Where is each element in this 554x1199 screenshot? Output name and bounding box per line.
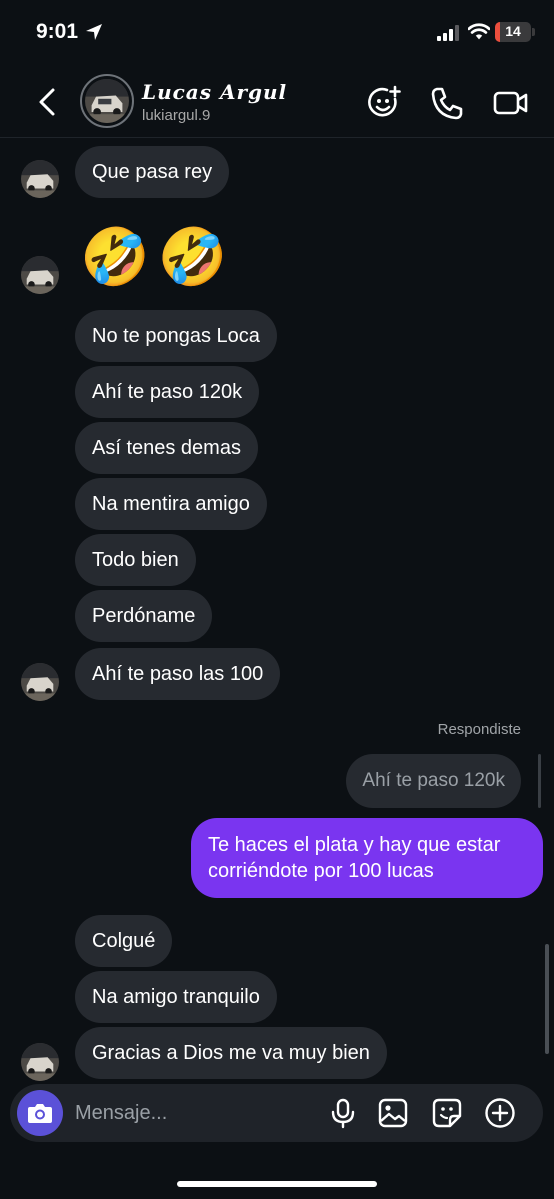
rofl-emoji: 🤣	[157, 225, 228, 288]
sticker-icon[interactable]	[431, 1097, 463, 1129]
chat-header: Lucas Argul lukiargul.9	[0, 66, 554, 138]
message-input[interactable]	[75, 1084, 315, 1142]
location-arrow-icon	[86, 24, 102, 40]
message-incoming[interactable]: Que pasa rey	[75, 146, 230, 198]
message-incoming[interactable]: Na amigo tranquilo	[75, 971, 277, 1023]
message-outgoing[interactable]: Te haces el plata y hay que estar corrié…	[191, 818, 543, 898]
plus-icon[interactable]	[484, 1097, 516, 1129]
message-incoming[interactable]: Na mentira amigo	[75, 478, 267, 530]
sender-avatar[interactable]	[21, 1043, 59, 1081]
message-incoming[interactable]: Perdóname	[75, 590, 213, 642]
contact-username[interactable]: lukiargul.9	[142, 107, 210, 124]
message-incoming[interactable]: No te pongas Loca	[75, 310, 277, 362]
message-composer	[10, 1084, 543, 1142]
sender-avatar[interactable]	[21, 663, 59, 701]
sender-avatar[interactable]	[21, 256, 59, 294]
camera-icon	[28, 1104, 52, 1123]
battery-tip	[532, 28, 535, 36]
emoji-message[interactable]: 🤣 🤣	[80, 225, 227, 289]
gallery-icon[interactable]	[377, 1097, 409, 1129]
reply-label: Respondiste	[437, 721, 521, 738]
home-indicator[interactable]	[177, 1181, 377, 1187]
message-incoming[interactable]: Gracias a Dios me va muy bien	[75, 1027, 387, 1079]
message-list[interactable]: Que pasa rey 🤣 🤣 No te pongas Loca Ahí t…	[0, 139, 554, 1084]
rofl-emoji: 🤣	[80, 225, 150, 288]
message-incoming[interactable]: Colgué	[75, 915, 173, 967]
microphone-icon[interactable]	[327, 1097, 359, 1129]
status-bar: 9:01 14	[0, 0, 554, 66]
video-camera-icon[interactable]	[492, 84, 530, 122]
phone-icon[interactable]	[428, 84, 466, 122]
contact-name[interactable]: Lucas Argul	[142, 80, 287, 104]
sticker-face-add-icon[interactable]	[365, 84, 403, 122]
cellular-signal-icon	[437, 25, 459, 41]
message-incoming[interactable]: Todo bien	[75, 534, 196, 586]
status-time: 9:01	[36, 20, 79, 43]
wifi-icon	[468, 23, 490, 40]
back-icon[interactable]	[30, 84, 66, 120]
avatar-image	[85, 79, 129, 123]
reply-indicator-line	[538, 754, 541, 808]
camera-button[interactable]	[17, 1090, 63, 1136]
battery-level: 14	[505, 23, 521, 39]
message-incoming[interactable]: Ahí te paso las 100	[75, 648, 281, 700]
message-incoming[interactable]: Ahí te paso 120k	[75, 366, 260, 418]
battery-indicator: 14	[495, 22, 531, 42]
replied-message-preview[interactable]: Ahí te paso 120k	[346, 754, 521, 808]
contact-avatar[interactable]	[80, 74, 134, 128]
scrollbar[interactable]	[545, 944, 549, 1054]
sender-avatar[interactable]	[21, 160, 59, 198]
message-incoming[interactable]: Así tenes demas	[75, 422, 258, 474]
